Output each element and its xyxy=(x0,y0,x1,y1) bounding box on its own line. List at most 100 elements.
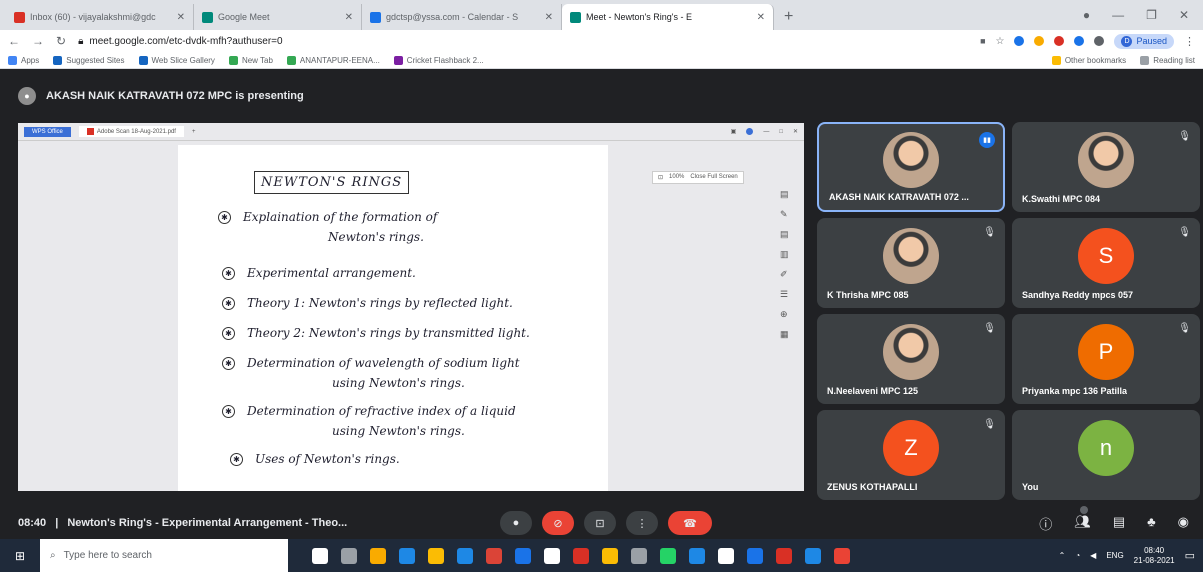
activities-icon[interactable]: ♣ xyxy=(1147,514,1156,533)
camera-off-button[interactable]: ⊘ xyxy=(542,511,574,535)
speaking-indicator-icon: ▮▮ xyxy=(979,132,995,148)
extensions: ■ ☆ D Paused ⋮ xyxy=(980,33,1195,49)
meeting-info: 08:40 | Newton's Ring's - Experimental A… xyxy=(18,517,347,529)
taskbar-app-icon[interactable] xyxy=(486,547,502,564)
info-icon[interactable]: ⓘ xyxy=(1039,514,1052,533)
participant-tile[interactable]: P 🎙︎ Priyanka mpc 136 Patilla xyxy=(1012,314,1200,404)
hang-up-icon: ☎︎ xyxy=(683,517,697,530)
extension-icon[interactable] xyxy=(1074,36,1085,46)
people-icon[interactable]: 👥︎ xyxy=(1074,505,1091,533)
participant-tile[interactable]: ▮▮ AKASH NAIK KATRAVATH 072 ... xyxy=(817,122,1005,212)
notifications-icon[interactable]: ▭ xyxy=(1185,549,1195,562)
extension-icon[interactable] xyxy=(1014,36,1025,46)
taskbar-app-icon[interactable] xyxy=(341,547,357,564)
browser-tab[interactable]: Meet - Newton's Ring's - E ✕ xyxy=(562,4,774,30)
agenda-item: ✱ Determination of wavelength of sodium l… xyxy=(222,353,612,393)
taskbar-app-icon[interactable] xyxy=(573,547,589,564)
close-icon: ✕ xyxy=(792,129,798,135)
participant-avatar: P xyxy=(1078,323,1134,380)
forward-icon[interactable]: → xyxy=(32,34,44,48)
camera-icon[interactable]: ■ xyxy=(980,36,985,46)
taskbar-app-icon[interactable] xyxy=(776,547,792,564)
bookmark-icon xyxy=(286,55,296,65)
extension-icon[interactable] xyxy=(1054,36,1065,46)
maximize-icon: □ xyxy=(779,128,783,135)
bookmark-item[interactable]: Suggested Sites xyxy=(53,55,125,65)
participant-tile[interactable]: Z 🎙︎ ZENUS KOTHAPALLI xyxy=(817,410,1005,500)
chat-icon[interactable]: ▤ xyxy=(1113,514,1125,533)
presenter-avatar: ● xyxy=(18,87,36,105)
search-icon: ⌕ xyxy=(50,550,56,561)
back-icon[interactable]: ← xyxy=(8,34,20,48)
browser-tab[interactable]: Google Meet ✕ xyxy=(194,4,362,30)
star-icon[interactable]: ☆ xyxy=(996,36,1005,47)
browser-tab[interactable]: Inbox (60) - vijayalakshmi@gdc ✕ xyxy=(6,4,194,30)
bookmark-item[interactable]: Cricket Flashback 2... xyxy=(393,55,484,65)
browser-tab[interactable]: gdctsp@yssa.com - Calendar - S ✕ xyxy=(362,4,562,30)
profile-button[interactable]: D Paused xyxy=(1114,33,1174,49)
windows-start-icon[interactable]: ⊞ xyxy=(0,549,40,563)
volume-icon[interactable]: ◀ xyxy=(1090,551,1096,560)
taskbar-app-icon[interactable] xyxy=(660,547,676,564)
extension-icon[interactable] xyxy=(1034,36,1045,46)
minimize-icon[interactable]: — xyxy=(1112,8,1124,22)
taskbar-app-icon[interactable] xyxy=(689,547,705,564)
taskbar-app-icon[interactable] xyxy=(718,547,734,564)
folder-icon xyxy=(1051,55,1061,65)
participant-tile[interactable]: n You xyxy=(1012,410,1200,500)
participant-tile[interactable]: 🎙︎ K Thrisha MPC 085 xyxy=(817,218,1005,308)
tab-search-icon[interactable]: ● xyxy=(1083,8,1090,22)
other-bookmarks[interactable]: Other bookmarks xyxy=(1051,55,1126,65)
maximize-icon[interactable]: ❐ xyxy=(1146,8,1157,22)
reload-icon[interactable]: ↻ xyxy=(56,34,66,48)
windows-taskbar: ⊞ ⌕ Type here to search ⌃ ◔ ◀ ENG 08:40 … xyxy=(0,539,1203,572)
taskbar-app-icon[interactable] xyxy=(747,547,763,564)
participant-tile[interactable]: S 🎙︎ Sandhya Reddy mpcs 057 xyxy=(1012,218,1200,308)
close-tab-icon[interactable]: ✕ xyxy=(345,12,353,23)
taskbar-app-icon[interactable] xyxy=(805,547,821,564)
bookmark-item[interactable]: New Tab xyxy=(228,55,273,65)
reading-list[interactable]: Reading list xyxy=(1140,55,1195,65)
language-indicator[interactable]: ENG xyxy=(1106,551,1123,560)
clock[interactable]: 08:40 21-08-2021 xyxy=(1134,546,1175,566)
taskbar-app-icon[interactable] xyxy=(631,547,647,564)
taskbar-app-icon[interactable] xyxy=(544,547,560,564)
taskbar-search[interactable]: ⌕ Type here to search xyxy=(40,539,288,572)
participant-tile[interactable]: 🎙︎ K.Swathi MPC 084 xyxy=(1012,122,1200,212)
bookmarks-bar: Apps Suggested Sites Web Slice Gallery N… xyxy=(0,52,1203,69)
profile-status: Paused xyxy=(1136,36,1167,46)
mic-off-icon: 🎙︎ xyxy=(1178,323,1191,334)
bookmark-item[interactable]: ANANTAPUR-EENA... xyxy=(286,55,380,65)
close-window-icon[interactable]: ✕ xyxy=(1179,8,1189,22)
puzzle-icon[interactable] xyxy=(1094,36,1105,46)
present-button[interactable]: ⊡ xyxy=(584,511,616,535)
new-tab-button[interactable]: + xyxy=(774,4,803,30)
omnibox[interactable]: 🔒︎ meet.google.com/etc-dvdk-mfh?authuser… xyxy=(78,36,958,47)
taskbar-app-icon[interactable] xyxy=(370,547,386,564)
bookmark-item[interactable]: Apps xyxy=(8,55,39,65)
add-tab-icon: + xyxy=(191,128,196,135)
taskbar-app-icon[interactable] xyxy=(312,547,328,564)
bookmark-item[interactable]: Web Slice Gallery xyxy=(138,55,215,65)
taskbar-app-icon[interactable] xyxy=(515,547,531,564)
network-icon[interactable]: ◔ xyxy=(1075,551,1080,560)
taskbar-app-icon[interactable] xyxy=(834,547,850,564)
mic-off-icon: 🎙︎ xyxy=(983,227,996,238)
microphone-button[interactable]: ● xyxy=(500,511,532,535)
tool-icon: ▦ xyxy=(780,329,789,339)
menu-icon[interactable]: ⋮ xyxy=(1184,35,1195,48)
taskbar-app-icon[interactable] xyxy=(457,547,473,564)
more-options-button[interactable]: ⋮ xyxy=(626,511,658,535)
host-controls-icon[interactable]: ◉ xyxy=(1178,514,1189,533)
document-area: ⊡ 100% Close Full Screen NEWTON'S RINGS … xyxy=(18,141,804,491)
taskbar-app-icon[interactable] xyxy=(399,547,415,564)
participant-tile[interactable]: 🎙︎ N.Neelaveni MPC 125 xyxy=(817,314,1005,404)
chevron-up-icon[interactable]: ⌃ xyxy=(1059,551,1066,560)
taskbar-app-icon[interactable] xyxy=(428,547,444,564)
close-tab-icon[interactable]: ✕ xyxy=(177,12,185,23)
mic-off-icon: 🎙︎ xyxy=(1178,131,1191,142)
taskbar-app-icon[interactable] xyxy=(602,547,618,564)
close-tab-icon[interactable]: ✕ xyxy=(545,12,553,23)
leave-call-button[interactable]: ☎︎ xyxy=(668,511,712,535)
close-tab-icon[interactable]: ✕ xyxy=(757,12,765,23)
